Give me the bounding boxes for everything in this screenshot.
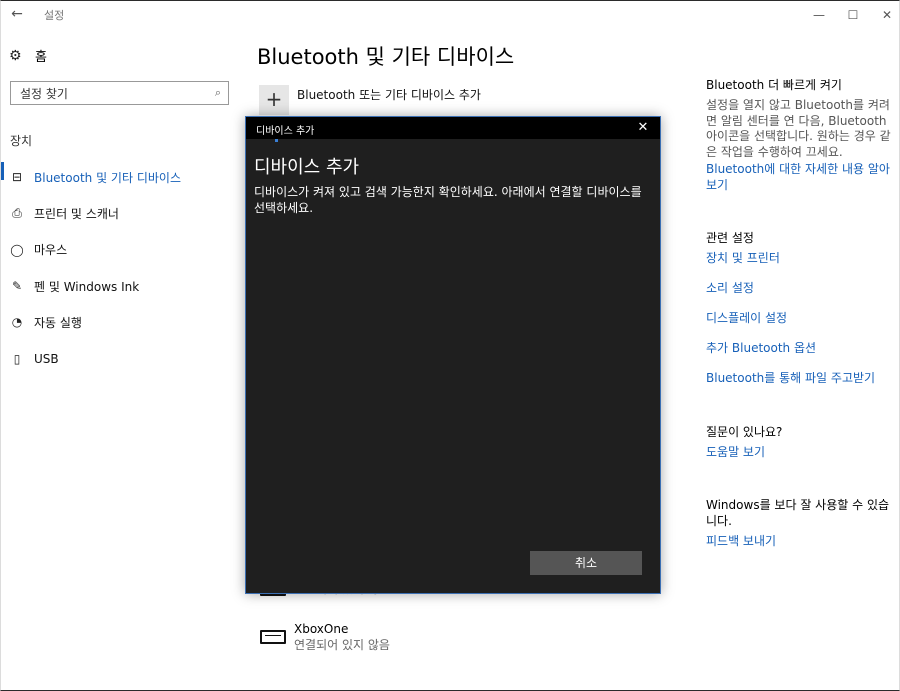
related-heading: 관련 설정 <box>706 231 754 245</box>
sidebar-item-label: USB <box>34 351 59 366</box>
related-link-file-transfer[interactable]: Bluetooth를 통해 파일 주고받기 <box>706 371 896 387</box>
bluetooth-devices-icon: ⊟ <box>11 170 23 185</box>
close-button[interactable]: ✕ <box>870 4 900 26</box>
device-name: XboxOne <box>294 622 349 636</box>
bluetooth-learn-more-link[interactable]: Bluetooth에 대한 자세한 내용 알아보기 <box>706 162 896 193</box>
add-device-button[interactable]: + Bluetooth 또는 기타 디바이스 추가 <box>259 85 481 115</box>
search-box[interactable]: 설정 찾기 ⌕ <box>10 81 229 105</box>
related-link-bluetooth-options[interactable]: 추가 Bluetooth 옵션 <box>706 341 896 357</box>
autoplay-icon: ◔ <box>11 315 23 330</box>
device-status: 연결되어 있지 않음 <box>294 638 390 652</box>
related-link-sound[interactable]: 소리 설정 <box>706 281 896 297</box>
sidebar-item-label: 펜 및 Windows Ink <box>34 279 140 294</box>
progress-indicator <box>275 139 278 142</box>
send-feedback-link[interactable]: 피드백 보내기 <box>706 534 896 550</box>
usb-icon: ▯ <box>13 351 21 366</box>
pen-icon: ✎ <box>11 279 23 294</box>
minimize-button[interactable]: — <box>802 4 836 26</box>
quick-text: 설정을 열지 않고 Bluetooth를 켜려면 알림 센터를 연 다음, Bl… <box>706 98 891 159</box>
settings-window: ← 설정 — ☐ ✕ ⚙ 홈 설정 찾기 ⌕ 장치 ⊟ Bluetooth 및 … <box>0 0 900 691</box>
window-title: 설정 <box>44 9 65 22</box>
mouse-icon: ◯ <box>10 242 24 257</box>
page-title: Bluetooth 및 기타 디바이스 <box>257 45 515 69</box>
sidebar-item-label: 프린터 및 스캐너 <box>34 206 119 221</box>
dialog-close-button[interactable]: ✕ <box>634 119 652 137</box>
sidebar-item-label: 자동 실행 <box>34 315 82 330</box>
sidebar-item-pen[interactable]: ✎ 펜 및 Windows Ink <box>1 268 241 304</box>
get-help-link[interactable]: 도움말 보기 <box>706 445 896 461</box>
help-section: 질문이 있나요? 도움말 보기 <box>706 424 896 461</box>
keyboard-icon <box>260 630 286 644</box>
maximize-button[interactable]: ☐ <box>836 4 870 26</box>
related-settings-section: 관련 설정 장치 및 프린터 소리 설정 디스플레이 설정 추가 Bluetoo… <box>706 230 896 387</box>
search-input[interactable]: 설정 찾기 <box>11 85 208 102</box>
sidebar-item-bluetooth[interactable]: ⊟ Bluetooth 및 기타 디바이스 <box>1 159 241 195</box>
add-device-label: Bluetooth 또는 기타 디바이스 추가 <box>297 88 481 102</box>
feedback-text: Windows를 보다 잘 사용할 수 있습니다. <box>706 498 890 528</box>
gear-icon: ⚙ <box>9 47 22 64</box>
sidebar-item-mouse[interactable]: ◯ 마우스 <box>1 232 241 268</box>
dialog-heading: 디바이스 추가 <box>254 157 360 178</box>
related-link-display[interactable]: 디스플레이 설정 <box>706 311 896 327</box>
quick-heading: Bluetooth 더 빠르게 켜기 <box>706 78 842 92</box>
dialog-title: 디바이스 추가 <box>256 126 315 137</box>
home-label: 홈 <box>35 50 47 65</box>
quick-bluetooth-section: Bluetooth 더 빠르게 켜기 설정을 열지 않고 Bluetooth를 … <box>706 77 896 193</box>
cancel-button[interactable]: 취소 <box>530 551 642 575</box>
search-icon[interactable]: ⌕ <box>208 86 228 100</box>
sidebar-item-printers[interactable]: ⎙ 프린터 및 스캐너 <box>1 195 241 231</box>
plus-icon: + <box>259 85 289 115</box>
add-device-dialog: 디바이스 추가 ✕ 디바이스 추가 디바이스가 켜져 있고 검색 가능한지 확인… <box>245 116 661 594</box>
sidebar-item-autoplay[interactable]: ◔ 자동 실행 <box>1 304 241 340</box>
home-link[interactable]: ⚙ 홈 <box>9 46 47 66</box>
feedback-section: Windows를 보다 잘 사용할 수 있습니다. 피드백 보내기 <box>706 497 896 550</box>
section-label: 장치 <box>10 134 33 148</box>
sidebar-item-usb[interactable]: ▯ USB <box>1 340 241 376</box>
help-heading: 질문이 있나요? <box>706 425 783 439</box>
related-link-devices-printers[interactable]: 장치 및 프린터 <box>706 251 896 267</box>
dialog-title-bar: 디바이스 추가 ✕ <box>246 117 660 139</box>
sidebar-nav: ⊟ Bluetooth 및 기타 디바이스 ⎙ 프린터 및 스캐너 ◯ 마우스 … <box>1 159 241 377</box>
sidebar-item-label: 마우스 <box>34 243 68 258</box>
sidebar-item-label: Bluetooth 및 기타 디바이스 <box>34 170 181 185</box>
title-bar: ← 설정 — ☐ ✕ <box>1 1 899 29</box>
printer-icon: ⎙ <box>12 205 22 220</box>
back-button[interactable]: ← <box>5 3 29 25</box>
device-item[interactable]: XboxOne 연결되어 있지 않음 <box>260 621 390 653</box>
dialog-instructions: 디바이스가 켜져 있고 검색 가능한지 확인하세요. 아래에서 연결할 디바이스… <box>254 185 642 215</box>
